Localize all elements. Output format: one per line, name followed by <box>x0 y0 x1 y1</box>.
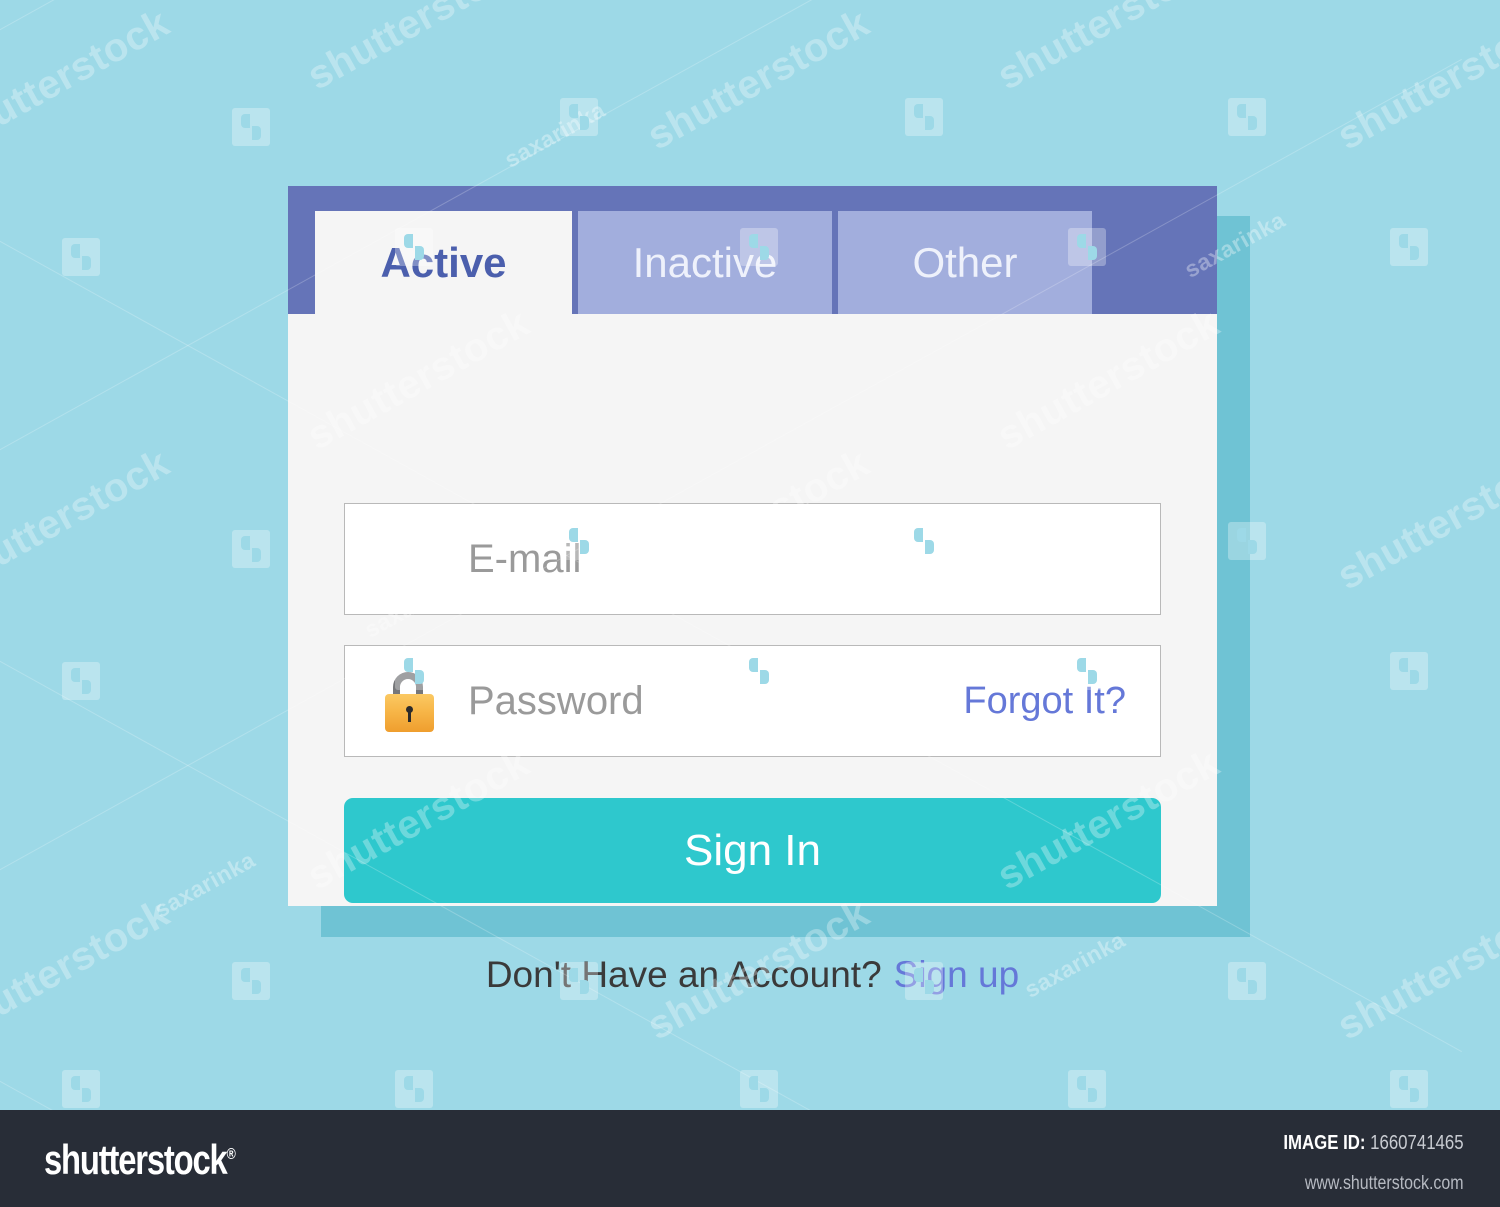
watermark-logo-mark <box>232 530 270 568</box>
watermark-logo-mark <box>1390 228 1428 266</box>
registered-mark: ® <box>226 1146 236 1163</box>
stock-image-canvas: Active Inactive Other E-mail Password Fo… <box>0 0 1500 1110</box>
watermark-brand-text: shutterstock <box>640 0 877 159</box>
watermark-hairline <box>0 0 1463 141</box>
watermark-logo-mark <box>1390 1070 1428 1108</box>
email-placeholder: E-mail <box>468 536 582 581</box>
watermark-logo-mark <box>1228 962 1266 1000</box>
watermark-brand-text: shutterstock <box>0 890 177 1049</box>
password-placeholder: Password <box>468 678 644 723</box>
tab-inactive-label: Inactive <box>632 238 778 286</box>
watermark-logo-mark <box>740 1070 778 1108</box>
tab-bar: Active Inactive Other <box>288 186 1217 314</box>
stock-site-footer: shutterstock® IMAGE ID: 1660741465 www.s… <box>0 1110 1500 1207</box>
watermark-logo-mark <box>905 98 943 136</box>
password-field[interactable]: Password Forgot It? <box>344 645 1161 757</box>
footer-url: www.shutterstock.com <box>1305 1173 1464 1194</box>
watermark-brand-text: shutterstock <box>0 440 177 599</box>
watermark-logo-mark <box>62 1070 100 1108</box>
watermark-logo-mark <box>560 98 598 136</box>
watermark-logo-mark <box>1228 98 1266 136</box>
forgot-password-link[interactable]: Forgot It? <box>963 680 1126 723</box>
watermark-logo-mark <box>1068 1070 1106 1108</box>
watermark-logo-mark <box>1390 652 1428 690</box>
signup-question-text: Don't Have an Account? <box>485 954 882 995</box>
user-avatar-icon <box>359 526 443 592</box>
watermark-logo-mark <box>232 962 270 1000</box>
watermark-brand-text: shutterstock <box>990 0 1227 99</box>
watermark-brand-text: shutterstock <box>1330 890 1500 1049</box>
sign-in-button[interactable]: Sign In <box>344 798 1161 903</box>
tab-other-label: Other <box>912 238 1018 286</box>
watermark-logo-mark <box>62 662 100 700</box>
image-id-value: 1660741465 <box>1370 1132 1464 1154</box>
footer-meta: IMAGE ID: 1660741465 www.shutterstock.co… <box>1284 1132 1464 1195</box>
tab-active[interactable]: Active <box>315 211 572 314</box>
login-form: E-mail Password Forgot It? Sign In Don't… <box>288 314 1217 995</box>
tab-inactive[interactable]: Inactive <box>578 211 832 314</box>
tab-active-label: Active <box>380 238 507 286</box>
email-field[interactable]: E-mail <box>344 503 1161 615</box>
shutterstock-logo-text: shutterstock <box>44 1136 228 1183</box>
padlock-icon <box>377 668 443 734</box>
watermark-artist-text: saxarinka <box>500 96 610 173</box>
shutterstock-logo: shutterstock® <box>44 1136 236 1184</box>
watermark-brand-text: shutterstock <box>0 0 177 159</box>
watermark-logo-mark <box>232 108 270 146</box>
watermark-brand-text: shutterstock <box>1330 0 1500 159</box>
sign-up-link[interactable]: Sign up <box>894 954 1020 996</box>
watermark-logo-mark <box>62 238 100 276</box>
image-id-line: IMAGE ID: 1660741465 <box>1284 1132 1464 1155</box>
signup-row: Don't Have an Account? Sign up <box>288 954 1217 996</box>
watermark-artist-text: saxarinka <box>150 846 260 923</box>
watermark-logo-mark <box>395 1070 433 1108</box>
login-card: Active Inactive Other E-mail Password Fo… <box>288 186 1217 995</box>
tab-other[interactable]: Other <box>838 211 1092 314</box>
watermark-brand-text: shutterstock <box>300 0 537 99</box>
image-id-label: IMAGE ID: <box>1283 1132 1366 1154</box>
watermark-brand-text: shutterstock <box>1330 440 1500 599</box>
